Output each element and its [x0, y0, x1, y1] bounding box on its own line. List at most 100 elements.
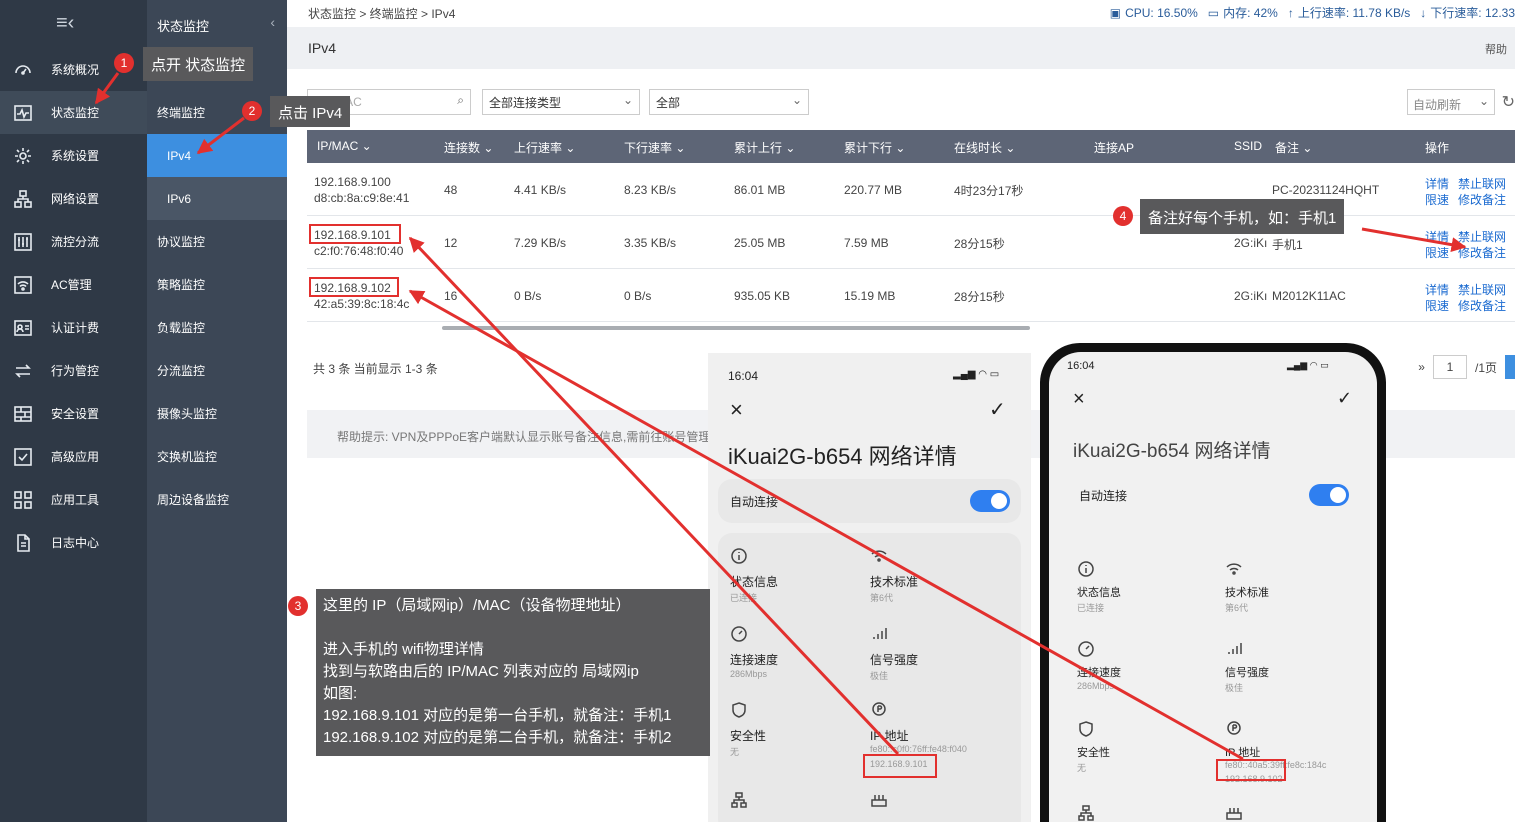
- rate-limit-link[interactable]: 限速: [1425, 191, 1449, 208]
- details-link[interactable]: 详情: [1425, 228, 1449, 245]
- subnav-item-policy-monitor[interactable]: 策略监控: [147, 263, 287, 306]
- confirm-icon[interactable]: ✓: [989, 397, 1006, 422]
- scope-select[interactable]: 全部 ⌄: [649, 89, 809, 115]
- location-pin-icon: [870, 701, 888, 719]
- signal-icon: [1225, 640, 1243, 658]
- block-network-link[interactable]: 禁止联网: [1458, 281, 1506, 298]
- subnav-item-terminal-monitor[interactable]: 终端监控: [147, 91, 287, 134]
- subnav-item-ipv6[interactable]: IPv6: [147, 177, 287, 220]
- memory-stat: ▭ 内存: 42%: [1207, 5, 1278, 21]
- block-network-link[interactable]: 禁止联网: [1458, 175, 1506, 192]
- phone-screenshot-2: 16:04 ▂▄▆ ◠ ▭ × ✓ iKuai2G-b654 网络详情 自动连接…: [1040, 343, 1386, 822]
- sidebar-item-system-settings[interactable]: 系统设置: [0, 134, 147, 177]
- close-icon[interactable]: ×: [1073, 388, 1085, 411]
- table-row: 192.168.9.102 42:a5:39:8c:18:4c 16 0 B/s…: [307, 269, 1515, 322]
- next-page-icon[interactable]: »: [1418, 360, 1425, 374]
- sidebar-item-network-settings[interactable]: 网络设置: [0, 177, 147, 220]
- rate-limit-link[interactable]: 限速: [1425, 244, 1449, 261]
- callout-add-note: 备注好每个手机，如：手机1: [1140, 199, 1345, 234]
- confirm-icon[interactable]: ✓: [1337, 388, 1352, 409]
- subnav-item-peripheral-monitor[interactable]: 周边设备监控: [147, 478, 287, 521]
- status-bar-icons: ▂▄▆ ◠ ▭: [953, 369, 1000, 380]
- col-ip-mac[interactable]: IP/MAC ⌄: [317, 139, 372, 153]
- refresh-icon[interactable]: ↻: [1502, 92, 1515, 112]
- sidebar-item-security[interactable]: 安全设置: [0, 392, 147, 435]
- auto-refresh-select[interactable]: 自动刷新 ⌄: [1407, 89, 1495, 115]
- subnav-item-protocol-monitor[interactable]: 协议监控: [147, 220, 287, 263]
- phone2-screen: 16:04 ▂▄▆ ◠ ▭ × ✓ iKuai2G-b654 网络详情 自动连接…: [1049, 352, 1377, 822]
- page-input[interactable]: 1: [1432, 355, 1467, 379]
- col-connections[interactable]: 连接数 ⌄: [444, 139, 493, 156]
- search-icon[interactable]: ⌕: [457, 93, 464, 108]
- pulse-icon: [12, 102, 34, 124]
- menu-collapse-icon[interactable]: ≡‹: [56, 12, 86, 36]
- block-network-link[interactable]: 禁止联网: [1458, 228, 1506, 245]
- shield-icon: [730, 701, 748, 719]
- sidebar-item-ac-management[interactable]: AC管理: [0, 263, 147, 306]
- upload-stat: ↑ 上行速率: 11.78 KB/s: [1287, 5, 1411, 21]
- sidebar-item-label: 日志中心: [51, 536, 100, 550]
- edit-note-link[interactable]: 修改备注: [1458, 297, 1506, 314]
- col-actions: 操作: [1425, 141, 1450, 155]
- subnav-item-camera-monitor[interactable]: 摄像头监控: [147, 392, 287, 435]
- sliders-icon: [12, 231, 34, 253]
- step-badge-1: 1: [114, 53, 134, 73]
- sidebar-item-label: 状态监控: [51, 106, 100, 120]
- col-down-rate[interactable]: 下行速率 ⌄: [624, 139, 685, 156]
- subnav: 状态监控 ‹ 线路监控 终端监控 IPv4 IPv6 协议监控 策略监控 负载监…: [147, 0, 287, 822]
- details-link[interactable]: 详情: [1425, 281, 1449, 298]
- step-badge-4: 4: [1113, 206, 1133, 226]
- network-details-card: 状态信息 已连接 技术标准 第6代 连接速度 286Mbps 信号强度 极佳 安…: [718, 533, 1021, 822]
- sidebar-item-label: 认证计费: [51, 321, 100, 335]
- highlight-ip-101: [309, 224, 401, 244]
- col-total-down[interactable]: 累计下行 ⌄: [844, 139, 905, 156]
- subnav-item-split-monitor[interactable]: 分流监控: [147, 349, 287, 392]
- sidebar-item-advanced[interactable]: 高级应用: [0, 435, 147, 478]
- edit-note-link[interactable]: 修改备注: [1458, 244, 1506, 261]
- col-online-time[interactable]: 在线时长 ⌄: [954, 139, 1015, 156]
- step-badge-3: 3: [288, 596, 308, 616]
- col-total-up[interactable]: 累计上行 ⌄: [734, 139, 795, 156]
- check-screen-icon: [12, 446, 34, 468]
- sidebar-item-label: 应用工具: [51, 493, 100, 507]
- sidebar-item-tools[interactable]: 应用工具: [0, 478, 147, 521]
- grid-icon: [12, 489, 34, 511]
- router-icon: [870, 791, 888, 809]
- rate-limit-link[interactable]: 限速: [1425, 297, 1449, 314]
- auto-connect-toggle[interactable]: [1309, 484, 1349, 506]
- screen: ≡‹ 系统概况 状态监控 系统设置 网络设置 流控分流 AC管理 认证计费 行为…: [0, 0, 1515, 822]
- col-note[interactable]: 备注 ⌄: [1275, 139, 1312, 156]
- connection-type-select[interactable]: 全部连接类型 ⌄: [482, 89, 640, 115]
- help-link[interactable]: 帮助: [1485, 41, 1507, 57]
- details-link[interactable]: 详情: [1425, 175, 1449, 192]
- sidebar-item-logs[interactable]: 日志中心: [0, 521, 147, 564]
- sidebar-item-status-monitor[interactable]: 状态监控: [0, 91, 147, 134]
- arrows-icon: [12, 360, 34, 382]
- sidebar-item-behavior-control[interactable]: 行为管控: [0, 349, 147, 392]
- sidebar-item-label: 流控分流: [51, 235, 100, 249]
- chevron-left-icon[interactable]: ‹: [270, 14, 275, 30]
- auto-connect-toggle[interactable]: [970, 490, 1010, 512]
- edit-note-link[interactable]: 修改备注: [1458, 191, 1506, 208]
- go-button[interactable]: [1505, 355, 1515, 379]
- highlight-phone2-ip: [1216, 759, 1286, 781]
- col-ssid: SSID: [1234, 139, 1263, 153]
- auto-connect-card: 自动连接: [718, 479, 1021, 523]
- sidebar-item-flow-control[interactable]: 流控分流: [0, 220, 147, 263]
- location-pin-icon: [1225, 720, 1243, 738]
- subnav-item-ipv4[interactable]: IPv4: [147, 134, 287, 177]
- highlight-phone1-ip: [863, 754, 937, 778]
- device-table: IP/MAC ⌄ 连接数 ⌄ 上行速率 ⌄ 下行速率 ⌄ 累计上行 ⌄ 累计下行…: [307, 130, 1515, 322]
- close-icon[interactable]: ×: [730, 397, 743, 423]
- sidebar-item-auth-billing[interactable]: 认证计费: [0, 306, 147, 349]
- network-icon: [12, 188, 34, 210]
- sidebar-item-label: 高级应用: [51, 450, 100, 464]
- sidebar-item-label: 网络设置: [51, 192, 100, 206]
- sidebar-item-label: 行为管控: [51, 364, 100, 378]
- sidebar-item-label: 系统设置: [51, 149, 100, 163]
- cpu-icon: ▣: [1109, 5, 1122, 20]
- table-scrollbar[interactable]: [442, 326, 1030, 330]
- subnav-item-switch-monitor[interactable]: 交换机监控: [147, 435, 287, 478]
- col-up-rate[interactable]: 上行速率 ⌄: [514, 139, 575, 156]
- subnav-item-load-monitor[interactable]: 负载监控: [147, 306, 287, 349]
